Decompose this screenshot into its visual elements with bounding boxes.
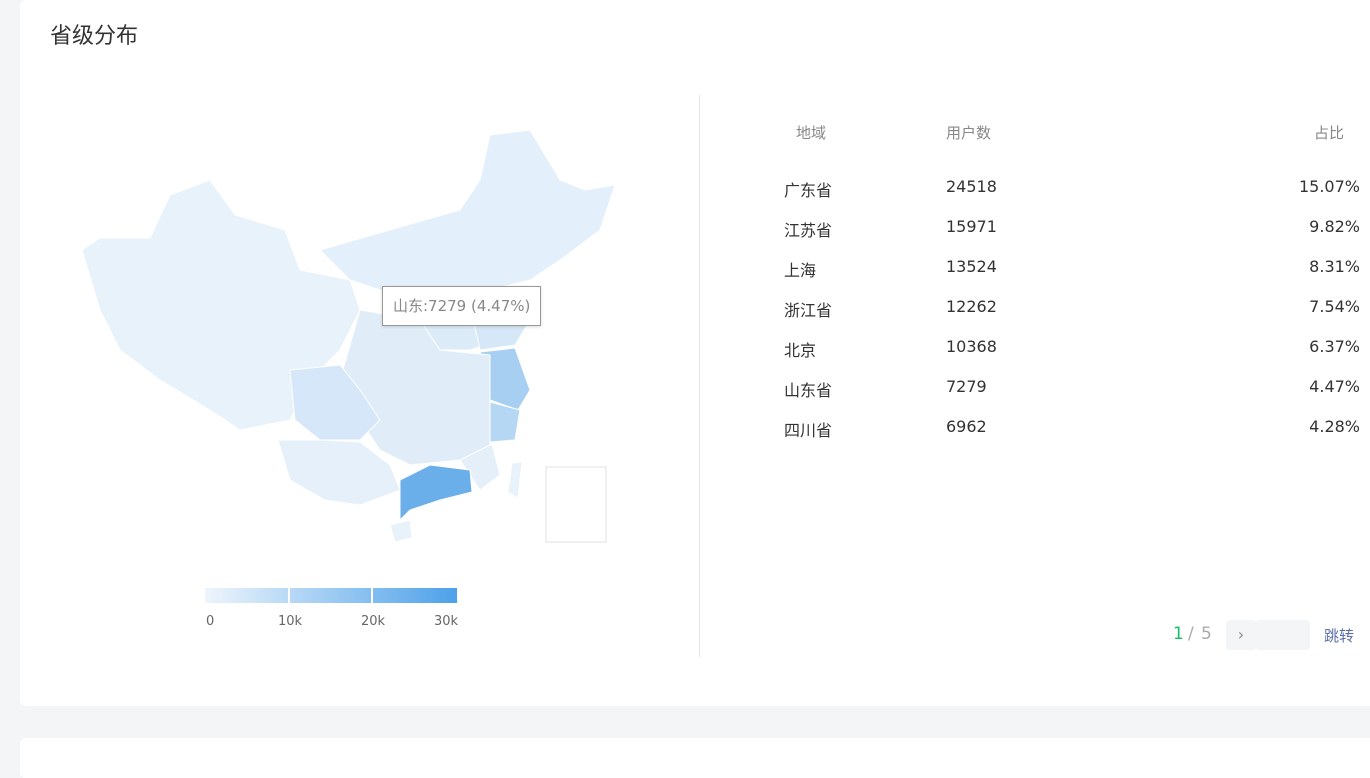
south-china-sea-inset: [545, 466, 607, 543]
table-row: 北京 10368 6.37%: [0, 337, 1370, 377]
page-jump-input[interactable]: [1256, 620, 1310, 650]
cell-users: 13524: [946, 257, 997, 276]
cell-region: 江苏省: [784, 221, 833, 240]
table-row: 四川省 6962 4.28%: [0, 417, 1370, 457]
cell-region: 四川省: [784, 421, 833, 440]
cell-ratio: 15.07%: [1298, 177, 1360, 196]
cell-users: 10368: [946, 337, 997, 356]
table-row: 上海 13524 8.31%: [0, 257, 1370, 297]
cell-region: 浙江省: [784, 301, 833, 320]
cell-region: 北京: [784, 341, 817, 360]
next-card: [20, 738, 1370, 778]
page-separator: /: [1188, 624, 1194, 644]
cell-region: 山东省: [784, 381, 833, 400]
cell-users: 7279: [946, 377, 987, 396]
cell-ratio: 8.31%: [1309, 257, 1360, 276]
page-current: 1: [1173, 624, 1184, 644]
legend-tick: 0: [206, 614, 215, 629]
cell-ratio: 9.82%: [1309, 217, 1360, 236]
table-row: 广东省 24518 15.07%: [0, 177, 1370, 217]
cell-users: 6962: [946, 417, 987, 436]
table-row: 江苏省 15971 9.82%: [0, 217, 1370, 257]
legend-tick: 30k: [434, 614, 459, 629]
cell-region: 广东省: [784, 181, 833, 200]
next-page-button[interactable]: ›: [1226, 620, 1256, 650]
cell-ratio: 7.54%: [1309, 297, 1360, 316]
legend-tick: 20k: [361, 614, 386, 629]
jump-button[interactable]: 跳转: [1324, 625, 1354, 646]
cell-ratio: 4.47%: [1309, 377, 1360, 396]
table-row: 山东省 7279 4.47%: [0, 377, 1370, 417]
header-users: 用户数: [946, 124, 992, 142]
page-total: 5: [1201, 624, 1212, 644]
cell-users: 12262: [946, 297, 997, 316]
cell-users: 24518: [946, 177, 997, 196]
visual-map-legend[interactable]: [205, 588, 457, 603]
cell-users: 15971: [946, 217, 997, 236]
map-region-guangdong: [399, 464, 473, 522]
section-title: 省级分布: [50, 24, 139, 49]
map-region-taiwan: [507, 461, 523, 499]
cell-ratio: 4.28%: [1309, 417, 1360, 436]
legend-tick: 10k: [278, 614, 303, 629]
cell-ratio: 6.37%: [1309, 337, 1360, 356]
map-region-hainan: [389, 519, 413, 543]
cell-region: 上海: [784, 261, 817, 280]
table-row: 浙江省 12262 7.54%: [0, 297, 1370, 337]
header-region: 地域: [796, 124, 827, 142]
header-ratio: 占比: [1314, 124, 1345, 142]
